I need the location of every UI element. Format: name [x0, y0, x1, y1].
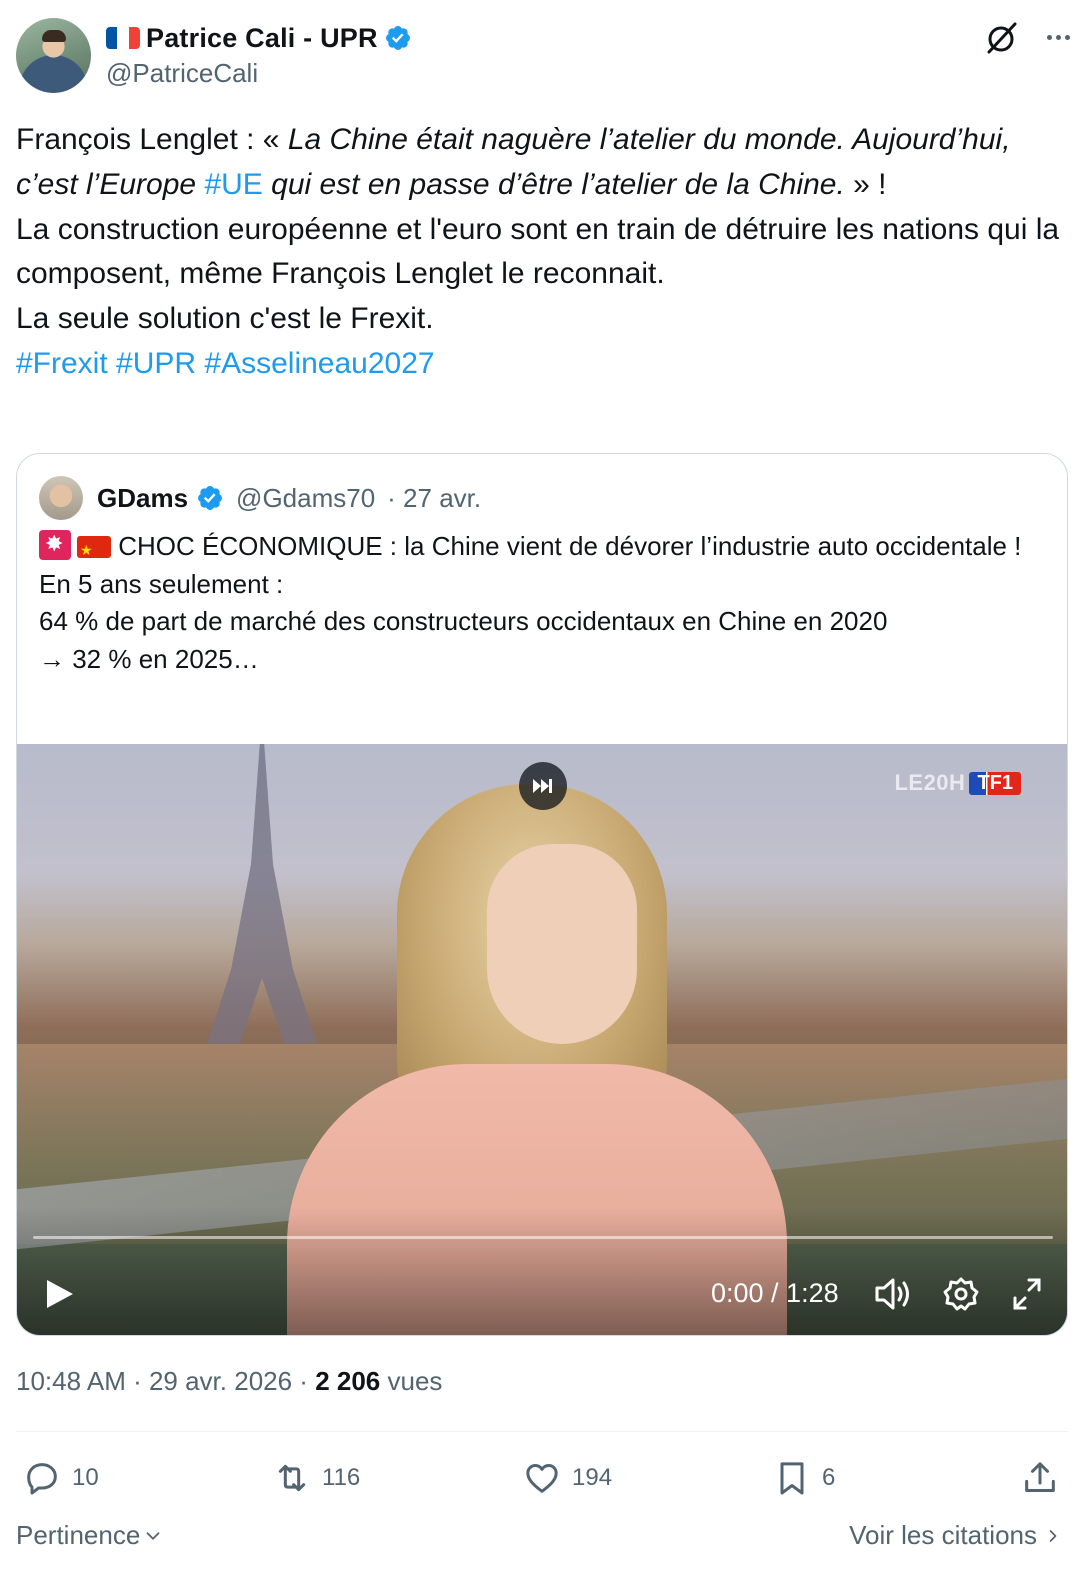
quoted-text-line: 64 % de part de marché des constructeurs… [39, 606, 888, 636]
quoted-tweet-header: GDams @Gdams70 · 27 avr. [39, 476, 481, 520]
hashtag-link[interactable]: #UPR [116, 347, 196, 380]
channel-logo-text: LE20H [894, 770, 966, 795]
video-player[interactable]: LE20H TF1 0:00 / 1:28 [17, 744, 1067, 1335]
sort-dropdown[interactable]: Pertinence [16, 1520, 164, 1551]
tweet-text-segment: » ! [844, 167, 887, 201]
quoted-author-name[interactable]: GDams [97, 483, 188, 514]
tweet-text: François Lenglet : « La Chine était nagu… [16, 118, 1076, 387]
siren-emoji-icon [39, 530, 71, 560]
verified-badge-icon [385, 26, 410, 50]
verified-badge-icon [198, 486, 223, 510]
quoted-text-line: CHOC ÉCONOMIQUE : la Chine vient de dévo… [118, 531, 1022, 561]
video-frame-background [207, 744, 317, 1044]
chevron-right-icon [1049, 1529, 1057, 1542]
quoted-text-line: En 5 ans seulement : [39, 568, 284, 599]
bookmark-icon [780, 1462, 804, 1495]
settings-gear-icon[interactable] [941, 1274, 981, 1314]
tweet-quote-italic: qui est en passe d’être l’atelier de la … [262, 167, 845, 201]
video-frame-presenter-face [487, 844, 637, 1044]
like-button[interactable]: 194 [522, 1456, 612, 1500]
tweet-text-segment: La construction européenne et l'euro son… [16, 212, 1060, 291]
quoted-author-handle[interactable]: @Gdams70 [236, 483, 375, 514]
reply-button[interactable]: 10 [22, 1456, 99, 1500]
china-flag-emoji-icon [77, 532, 111, 570]
divider [16, 1431, 1068, 1432]
tweet-text-segment: François Lenglet : « [16, 123, 288, 156]
tweet-action-bar: 10 116 194 6 [22, 1456, 1068, 1504]
views-label: vues [380, 1366, 443, 1396]
hashtag-link[interactable]: #Frexit [16, 347, 108, 380]
play-icon[interactable] [41, 1274, 77, 1314]
author-avatar[interactable] [16, 18, 91, 93]
hashtag-link[interactable]: #UE [204, 168, 262, 201]
channel-logo: LE20H TF1 [894, 770, 1021, 796]
quoted-tweet-card[interactable]: GDams @Gdams70 · 27 avr. CHOC ÉCONOMIQUE… [16, 453, 1068, 1336]
author-display-name[interactable]: Patrice Cali - UPR [146, 23, 378, 54]
bookmark-button[interactable]: 6 [772, 1456, 835, 1500]
video-progress-bar[interactable] [33, 1236, 1053, 1239]
bookmark-count: 6 [822, 1464, 836, 1491]
hashtag-link[interactable]: #Asselineau2027 [204, 347, 434, 380]
video-controls-shade [17, 1207, 1067, 1335]
channel-logo-badge: TF1 [969, 771, 1021, 795]
reply-icon [27, 1463, 57, 1495]
chevron-down-icon [146, 1531, 160, 1540]
flag-france-icon [106, 27, 140, 49]
grok-icon[interactable] [984, 20, 1020, 56]
repost-button[interactable]: 116 [272, 1456, 360, 1500]
skip-forward-icon [533, 779, 552, 793]
quoted-tweet-text: CHOC ÉCONOMIQUE : la Chine vient de dévo… [39, 528, 1039, 678]
like-count: 194 [572, 1464, 613, 1491]
fullscreen-icon[interactable] [1009, 1274, 1045, 1314]
quoted-tweet-date[interactable]: · 27 avr. [387, 483, 481, 514]
volume-icon[interactable] [873, 1274, 913, 1314]
author-handle[interactable]: @PatriceCali [106, 58, 258, 89]
repost-icon [278, 1464, 306, 1492]
more-options-icon[interactable] [1040, 22, 1076, 52]
reply-count: 10 [72, 1464, 99, 1491]
quoted-author-avatar[interactable] [39, 476, 83, 520]
video-time: 0:00 / 1:28 [711, 1278, 839, 1308]
author-name-row: Patrice Cali - UPR [106, 20, 412, 56]
tweet-header: Patrice Cali - UPR @PatriceCali [16, 18, 1076, 94]
skip-forward-button[interactable] [519, 762, 567, 810]
views-count: 2 206 [315, 1366, 381, 1396]
quoted-text-line: → 32 % en 2025… [39, 643, 259, 674]
tweet-meta: 10:48 AM · 29 avr. 2026 · 2 206 vues [16, 1366, 442, 1397]
sort-label: Pertinence [16, 1520, 141, 1550]
tweet-text-segment: La seule solution c'est le Frexit. [16, 302, 434, 336]
repost-count: 116 [322, 1464, 361, 1491]
view-quotes-link[interactable]: Voir les citations [849, 1520, 1063, 1551]
heart-icon [526, 1464, 558, 1493]
share-button[interactable] [1020, 1456, 1060, 1500]
tweet-timestamp[interactable]: 10:48 AM · 29 avr. 2026 · [16, 1366, 315, 1396]
share-icon [1025, 1462, 1055, 1492]
view-quotes-label: Voir les citations [849, 1520, 1037, 1550]
